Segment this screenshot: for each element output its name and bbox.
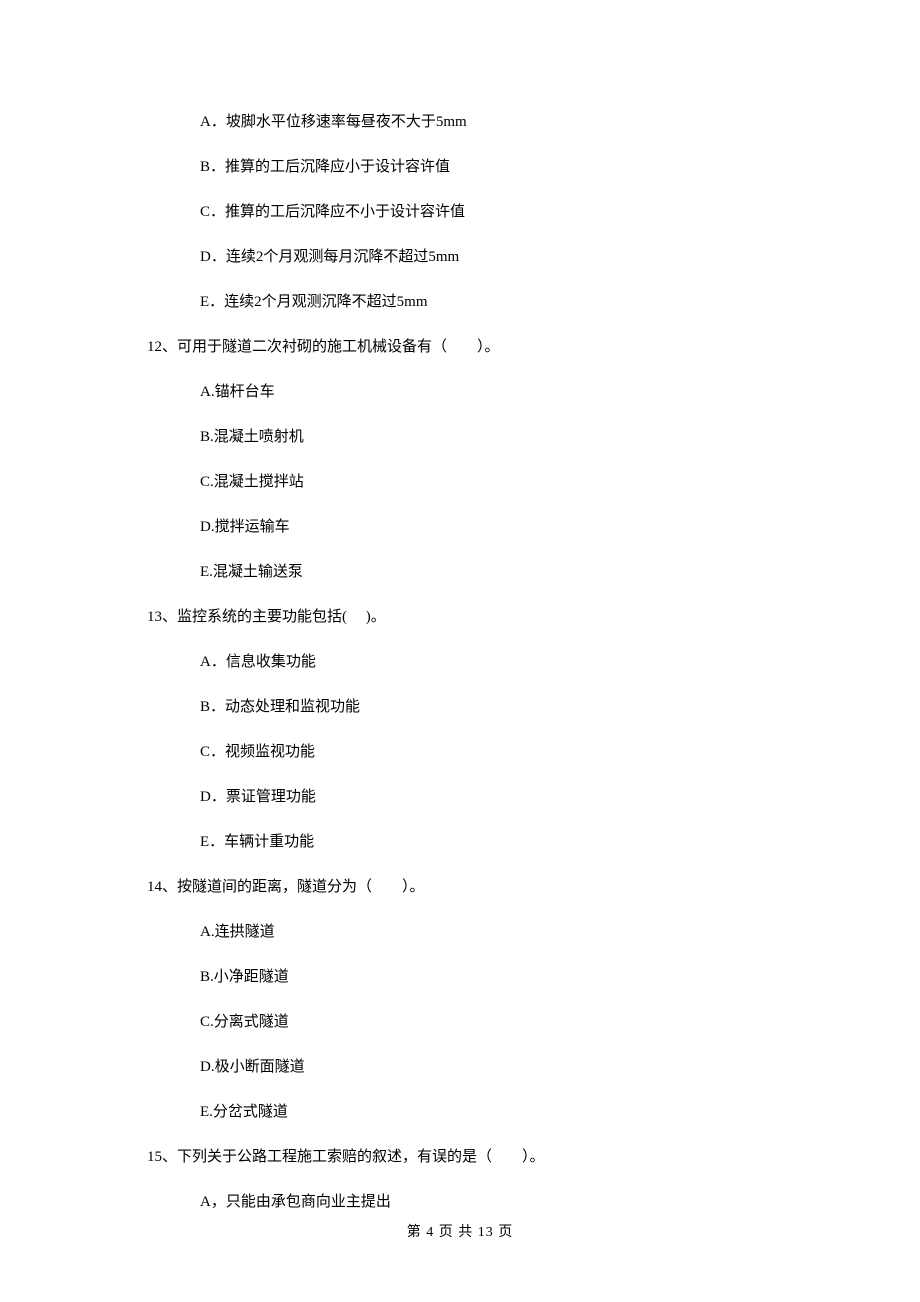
question-12: 12、可用于隧道二次衬砌的施工机械设备有（ ）。 [147,337,800,358]
q12-option-e: E.混凝土输送泵 [200,562,800,583]
option-d: D．连续2个月观测每月沉降不超过5mm [200,247,800,268]
page-content: A．坡脚水平位移速率每昼夜不大于5mm B．推算的工后沉降应小于设计容许值 C．… [0,0,920,1213]
q14-option-b: B.小净距隧道 [200,967,800,988]
q13-option-d: D．票证管理功能 [200,787,800,808]
q15-option-a: A，只能由承包商向业主提出 [200,1192,800,1213]
question-13: 13、监控系统的主要功能包括( )。 [147,607,800,628]
page-footer: 第 4 页 共 13 页 [0,1221,920,1241]
q14-option-c: C.分离式隧道 [200,1012,800,1033]
option-e: E．连续2个月观测沉降不超过5mm [200,292,800,313]
q13-option-c: C．视频监视功能 [200,742,800,763]
q12-option-c: C.混凝土搅拌站 [200,472,800,493]
q12-option-d: D.搅拌运输车 [200,517,800,538]
question-15: 15、下列关于公路工程施工索赔的叙述，有误的是（ ）。 [147,1147,800,1168]
q14-option-a: A.连拱隧道 [200,922,800,943]
q13-option-e: E．车辆计重功能 [200,832,800,853]
q14-option-d: D.极小断面隧道 [200,1057,800,1078]
option-b: B．推算的工后沉降应小于设计容许值 [200,157,800,178]
question-14: 14、按隧道间的距离，隧道分为（ ）。 [147,877,800,898]
option-c: C．推算的工后沉降应不小于设计容许值 [200,202,800,223]
q13-option-a: A．信息收集功能 [200,652,800,673]
q12-option-b: B.混凝土喷射机 [200,427,800,448]
q12-option-a: A.锚杆台车 [200,382,800,403]
q13-option-b: B．动态处理和监视功能 [200,697,800,718]
q14-option-e: E.分岔式隧道 [200,1102,800,1123]
option-a: A．坡脚水平位移速率每昼夜不大于5mm [200,112,800,133]
